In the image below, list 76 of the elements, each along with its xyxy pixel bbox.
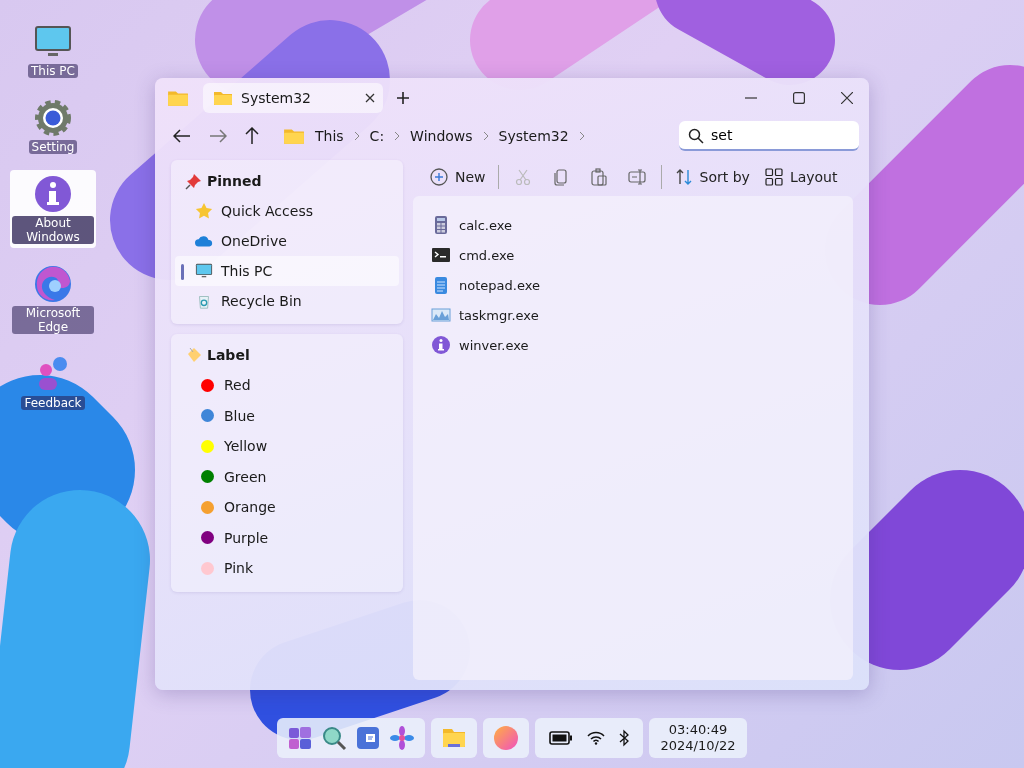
sort-button[interactable]: Sort by <box>667 162 756 192</box>
monitor-icon <box>195 262 213 280</box>
pushpin-icon <box>185 172 203 190</box>
up-arrow-icon[interactable] <box>245 127 259 145</box>
sidebar-item[interactable]: Quick Access <box>175 196 399 226</box>
grid-icon <box>763 167 784 187</box>
maximize-icon[interactable] <box>793 92 805 104</box>
clock-time: 03:40:49 <box>668 722 728 738</box>
label-item[interactable]: Yellow <box>224 438 268 455</box>
search-icon[interactable] <box>320 725 347 751</box>
file-item[interactable]: taskmgr.exe <box>431 302 835 328</box>
orb-icon[interactable] <box>492 725 519 751</box>
sidebar-item[interactable]: OneDrive <box>175 226 399 256</box>
shortcut-label: About Windows <box>12 216 94 244</box>
section-heading: Pinned <box>207 173 262 189</box>
sidebar-item[interactable]: This PC <box>175 256 399 286</box>
section-heading: Label <box>207 347 250 363</box>
label-item[interactable]: Orange <box>224 499 276 516</box>
label-item[interactable]: Blue <box>224 407 255 424</box>
chart-icon <box>431 305 451 325</box>
file-item[interactable]: cmd.exe <box>431 242 835 268</box>
info-icon <box>33 174 73 214</box>
edge-icon <box>33 264 73 304</box>
battery-icon[interactable] <box>548 731 573 745</box>
star-icon <box>195 202 213 220</box>
tab-label: System32 <box>241 90 313 106</box>
file-item[interactable]: calc.exe <box>431 212 835 238</box>
selection-indicator <box>181 264 184 280</box>
chevron-icon <box>353 131 360 141</box>
label-item[interactable]: Red <box>224 377 251 394</box>
breadcrumb-item[interactable]: This <box>315 128 344 144</box>
terminal-icon <box>431 245 451 265</box>
label-item[interactable]: Pink <box>224 560 253 577</box>
tab[interactable]: System32 <box>203 83 383 113</box>
sidebar-item[interactable]: Recycle Bin <box>175 286 399 316</box>
desktop-shortcut[interactable]: Microsoft Edge <box>10 260 96 338</box>
plus-circle-icon <box>429 167 449 187</box>
breadcrumb-item[interactable]: System32 <box>498 128 569 144</box>
desktop-shortcut[interactable]: This PC <box>10 18 96 82</box>
shortcut-label: Feedback <box>21 396 85 410</box>
chevron-icon <box>482 131 489 141</box>
info-icon <box>431 335 451 355</box>
tag-icon <box>185 346 203 364</box>
clock-date: 2024/10/22 <box>660 738 736 754</box>
shortcut-label: Setting <box>28 140 78 154</box>
chevron-icon <box>394 131 401 141</box>
shortcut-label: Microsoft Edge <box>12 306 94 334</box>
search-field[interactable]: set <box>679 121 859 151</box>
close-icon[interactable] <box>841 92 853 104</box>
file-item[interactable]: notepad.exe <box>431 272 835 298</box>
bluetooth-icon[interactable] <box>618 729 629 747</box>
desktop-shortcut[interactable]: Setting <box>10 94 96 158</box>
desktop-shortcut[interactable]: Feedback <box>10 350 96 414</box>
widgets-icon[interactable] <box>354 725 381 751</box>
gear-icon <box>33 98 73 138</box>
chevron-icon <box>578 131 585 141</box>
new-tab-icon[interactable] <box>397 92 409 104</box>
label-item[interactable]: Green <box>224 468 267 485</box>
new-button[interactable]: New <box>423 162 492 192</box>
rename-icon <box>626 167 647 187</box>
pinwheel-icon[interactable] <box>388 725 415 751</box>
forward-arrow-icon[interactable] <box>209 129 227 143</box>
search-icon <box>688 128 704 144</box>
clipboard-icon <box>588 167 609 187</box>
clock[interactable]: 03:40:49 2024/10/22 <box>648 718 748 758</box>
back-arrow-icon[interactable] <box>173 129 191 143</box>
breadcrumb-item[interactable]: Windows <box>410 128 473 144</box>
windows-icon[interactable] <box>286 725 313 751</box>
layout-button[interactable]: Layout <box>757 162 844 192</box>
label-item[interactable]: Purple <box>224 529 269 546</box>
close-icon[interactable] <box>365 93 375 103</box>
file-item[interactable]: winver.exe <box>431 332 835 358</box>
shortcut-label: This PC <box>28 64 78 78</box>
breadcrumb-item[interactable]: C: <box>369 128 385 144</box>
wifi-icon[interactable] <box>586 731 605 745</box>
desktop-shortcut[interactable]: About Windows <box>10 170 96 248</box>
